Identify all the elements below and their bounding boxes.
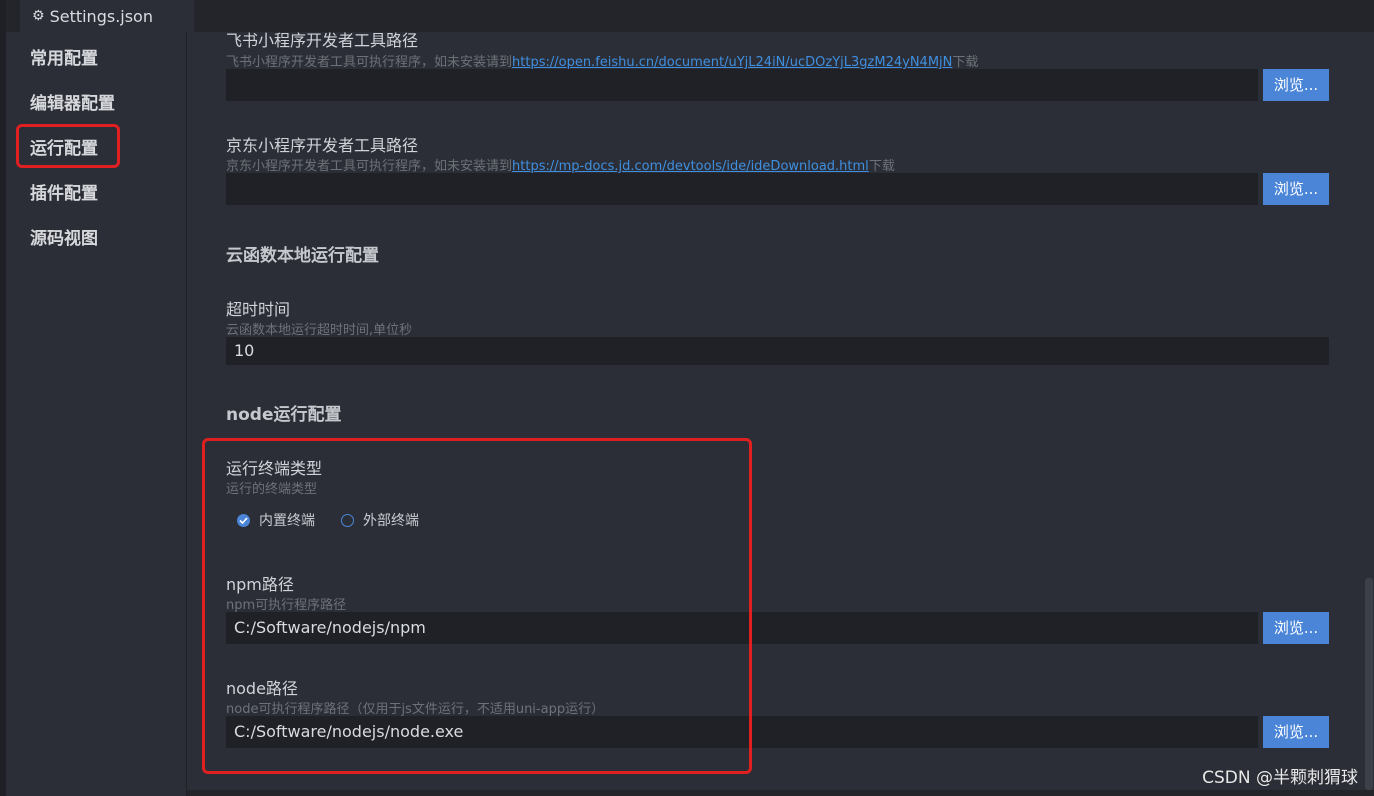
horizontal-scrollbar	[187, 790, 1374, 796]
watermark: CSDN @半颗刺猬球	[1202, 768, 1358, 788]
radio-builtin-label: 内置终端	[259, 513, 315, 529]
node-browse-button[interactable]: 浏览...	[1263, 716, 1329, 748]
radio-builtin-terminal[interactable]: 内置终端	[237, 510, 315, 530]
jd-path-desc: 京东小程序开发者工具可执行程序，如未安装请到https://mp-docs.jd…	[226, 155, 895, 174]
feishu-path-title: 飞书小程序开发者工具路径	[226, 32, 419, 50]
node-section-title: node运行配置	[226, 405, 342, 425]
feishu-path-desc: 飞书小程序开发者工具可执行程序，如未安装请到https://open.feish…	[226, 51, 978, 70]
timeout-input[interactable]: 10	[226, 337, 1329, 365]
radio-external-terminal[interactable]: 外部终端	[341, 510, 419, 530]
timeout-desc: 云函数本地运行超时时间,单位秒	[226, 323, 413, 338]
sidebar-item-source-view[interactable]: 源码视图	[30, 224, 98, 254]
scrollbar-thumb[interactable]	[1365, 578, 1373, 790]
node-path-desc: node可执行程序路径（仅用于js文件运行，不适用uni-app运行）	[226, 702, 605, 717]
feishu-desc-suffix: 下载	[952, 55, 979, 70]
timeout-title: 超时时间	[226, 300, 291, 319]
gear-icon: ⚙	[32, 8, 45, 24]
tab-label: Settings.json	[49, 6, 153, 26]
jd-browse-button[interactable]: 浏览...	[1263, 173, 1329, 205]
sidebar-item-general[interactable]: 常用配置	[30, 44, 98, 74]
node-path-input[interactable]: C:/Software/nodejs/node.exe	[226, 716, 1258, 748]
jd-path-input[interactable]	[226, 173, 1258, 205]
feishu-path-input[interactable]	[226, 69, 1258, 101]
radio-unchecked-icon	[341, 513, 354, 527]
tab-bar: ⚙ Settings.json	[6, 0, 1374, 32]
sidebar-item-editor[interactable]: 编辑器配置	[30, 89, 115, 119]
jd-download-link[interactable]: https://mp-docs.jd.com/devtools/ide/ideD…	[512, 159, 869, 174]
radio-external-label: 外部终端	[363, 513, 419, 529]
terminal-type-desc: 运行的终端类型	[226, 482, 318, 497]
npm-browse-button[interactable]: 浏览...	[1263, 612, 1329, 644]
jd-desc-suffix: 下载	[868, 159, 895, 174]
settings-sidebar: 常用配置 编辑器配置 运行配置 插件配置 源码视图	[6, 32, 186, 796]
npm-path-title: npm路径	[226, 575, 294, 594]
terminal-type-title: 运行终端类型	[226, 459, 323, 478]
feishu-browse-button[interactable]: 浏览...	[1263, 69, 1329, 101]
sidebar-item-plugins[interactable]: 插件配置	[30, 179, 98, 209]
jd-path-title: 京东小程序开发者工具路径	[226, 136, 419, 155]
terminal-type-radio-group: 内置终端 外部终端	[237, 510, 445, 530]
npm-path-desc: npm可执行程序路径	[226, 598, 347, 613]
cloud-function-section-title: 云函数本地运行配置	[226, 246, 379, 266]
npm-path-input[interactable]: C:/Software/nodejs/npm	[226, 612, 1258, 644]
radio-checked-icon	[237, 513, 250, 527]
settings-content: 飞书小程序开发者工具路径 飞书小程序开发者工具可执行程序，如未安装请到https…	[187, 32, 1363, 790]
feishu-desc-text: 飞书小程序开发者工具可执行程序，如未安装请到	[226, 55, 513, 70]
active-item-highlight	[16, 124, 120, 168]
node-path-title: node路径	[226, 679, 298, 698]
jd-desc-text: 京东小程序开发者工具可执行程序，如未安装请到	[226, 159, 513, 174]
feishu-download-link[interactable]: https://open.feishu.cn/document/uYjL24iN…	[512, 55, 952, 70]
tab-settings-json[interactable]: ⚙ Settings.json	[20, 0, 194, 32]
